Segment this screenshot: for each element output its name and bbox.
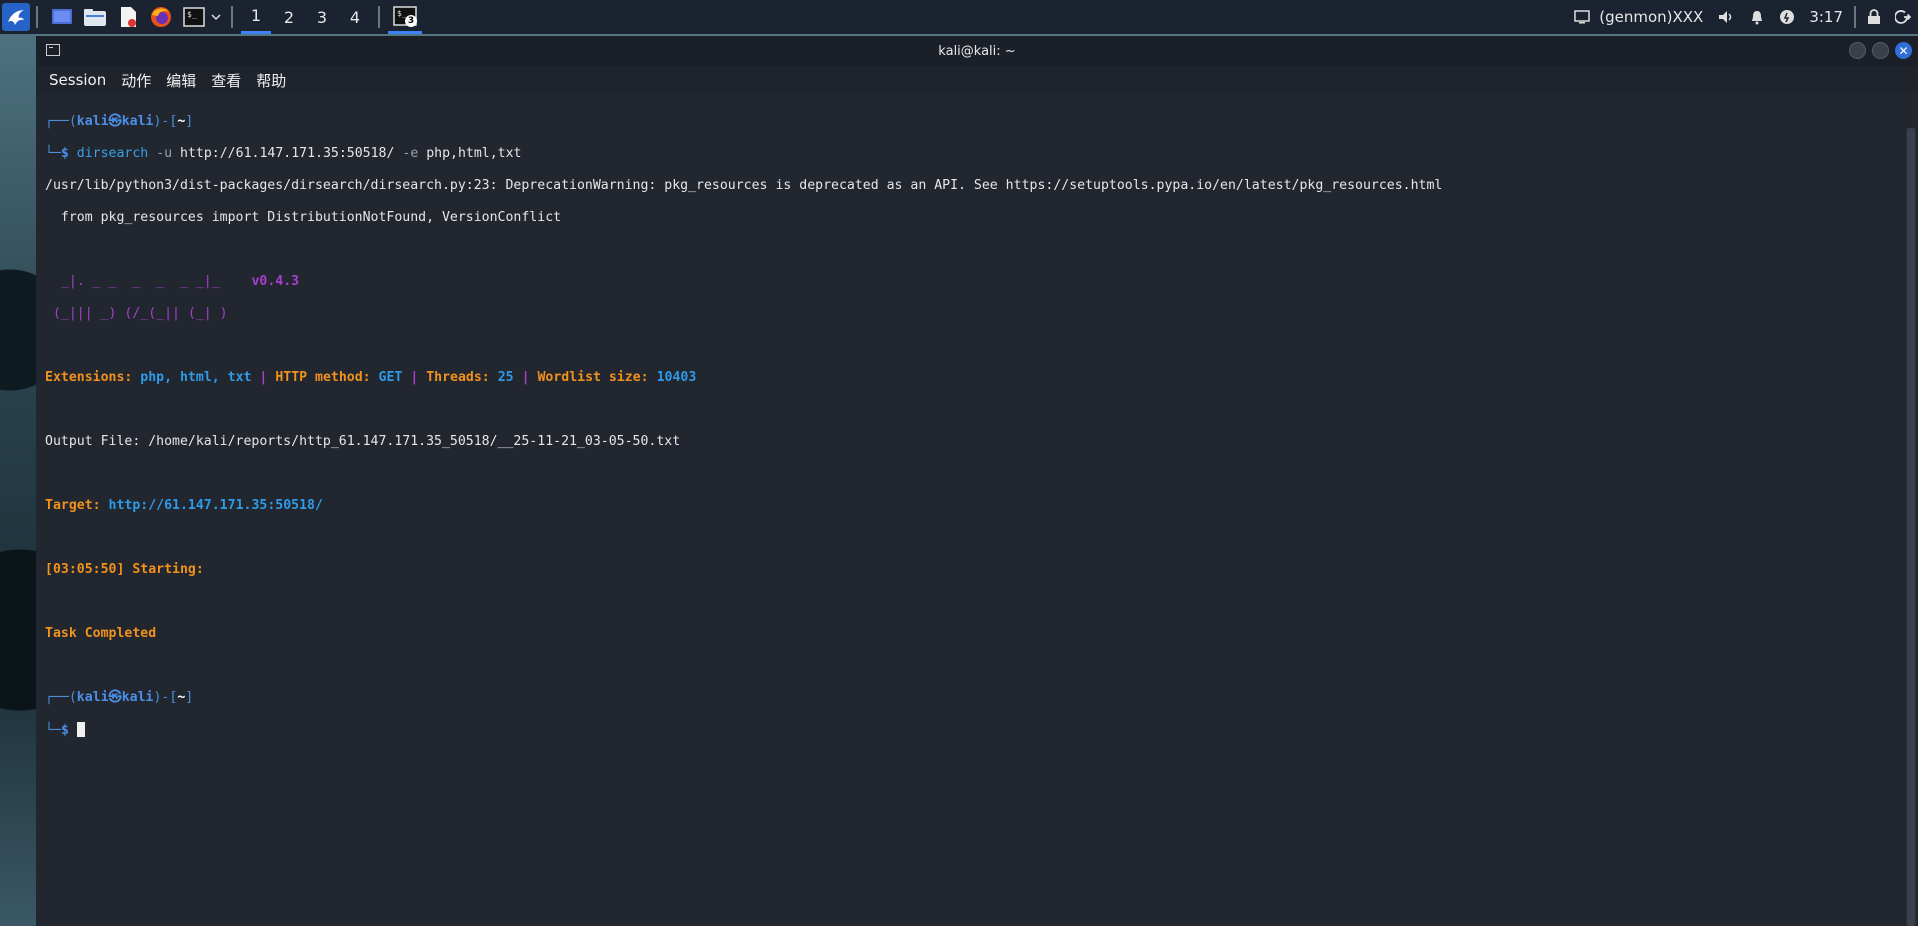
- menu-view[interactable]: 查看: [211, 70, 249, 91]
- window-title: kali@kali: ~: [938, 43, 1016, 59]
- terminal-output[interactable]: ┌──(kali㉿kali)-[~] └─$ dirsearch -u http…: [36, 94, 1900, 926]
- desktop-icon[interactable]: [47, 2, 77, 32]
- display-icon[interactable]: [1567, 0, 1597, 34]
- power-manager-icon[interactable]: [1772, 0, 1802, 34]
- scrollbar-thumb[interactable]: [1907, 128, 1915, 926]
- menu-bar: Session 动作 编辑 查看 帮助: [36, 66, 1918, 94]
- workspace-2[interactable]: 2: [274, 0, 304, 34]
- warning-line-1: /usr/lib/python3/dist-packages/dirsearch…: [45, 178, 1443, 193]
- chevron-down-icon[interactable]: [209, 2, 223, 32]
- command-url: http://61.147.171.35:50518/: [180, 146, 395, 161]
- menu-edit[interactable]: 编辑: [166, 70, 204, 91]
- kali-dragon-icon[interactable]: [2, 3, 30, 31]
- window-count-badge: 3: [405, 15, 417, 27]
- version-label: v0.4.3: [251, 274, 300, 289]
- desktop-wallpaper: [0, 30, 36, 926]
- menu-help[interactable]: 帮助: [256, 70, 294, 91]
- prompt-user: kali: [76, 690, 109, 705]
- threads-label: Threads:: [426, 370, 490, 385]
- wordlist-label: Wordlist size:: [537, 370, 649, 385]
- firefox-icon[interactable]: [146, 2, 176, 32]
- ext-label: Extensions:: [45, 370, 133, 385]
- terminal-icon[interactable]: $_: [179, 2, 209, 32]
- close-icon: ✕: [1898, 43, 1909, 58]
- workspace-3[interactable]: 3: [307, 0, 337, 34]
- title-bar[interactable]: kali@kali: ~ ✕: [36, 36, 1918, 66]
- file-manager-icon[interactable]: [80, 2, 110, 32]
- prompt-host: kali: [121, 690, 154, 705]
- config-line: Extensions: php, html, txt | HTTP method…: [45, 370, 697, 385]
- ext-value: php, html, txt: [140, 370, 252, 385]
- menu-actions[interactable]: 动作: [121, 70, 159, 91]
- method-value: GET: [378, 370, 403, 385]
- task-completed-line: Task Completed: [45, 626, 157, 641]
- minimize-button[interactable]: [1849, 42, 1866, 59]
- wordlist-value: 10403: [656, 370, 697, 385]
- warning-line-2: from pkg_resources import DistributionNo…: [45, 210, 562, 225]
- close-button[interactable]: ✕: [1895, 42, 1912, 59]
- command-line: └─$ dirsearch -u http://61.147.171.35:50…: [45, 146, 522, 161]
- maximize-button[interactable]: [1872, 42, 1889, 59]
- text-editor-icon[interactable]: [113, 2, 143, 32]
- target-value: http://61.147.171.35:50518/: [108, 498, 323, 513]
- workspace-1[interactable]: 1: [241, 0, 271, 34]
- workspace-4[interactable]: 4: [340, 0, 370, 34]
- volume-icon[interactable]: [1710, 0, 1742, 34]
- output-file-line: Output File: /home/kali/reports/http_61.…: [45, 434, 681, 449]
- text-cursor: [76, 722, 85, 737]
- input-line[interactable]: └─$: [45, 722, 1900, 738]
- command-ext: php,html,txt: [426, 146, 522, 161]
- banner-line-1: _|. _ _ _ _ _ _|_ v0.4.3: [45, 274, 1900, 290]
- command-flag-e: -e: [402, 146, 419, 161]
- prompt-line-1: ┌──(kali㉿kali)-[~]: [45, 114, 194, 129]
- terminal-scrollbar[interactable]: [1906, 128, 1916, 926]
- taskbar: $_ 1 2 3 4 $_ 3 (genmon)XXX 3:17: [0, 0, 1918, 34]
- svg-text:$_: $_: [397, 9, 407, 18]
- threads-value: 25: [497, 370, 514, 385]
- terminal-icon: [46, 44, 60, 56]
- banner-art-2: (_||| _) (/_(_|| (_| ): [45, 306, 228, 321]
- command-flag-u: -u: [156, 146, 173, 161]
- target-line: Target: http://61.147.171.35:50518/: [45, 498, 1900, 514]
- lock-icon[interactable]: [1860, 0, 1888, 34]
- banner-line-2: (_||| _) (/_(_|| (_| ): [45, 306, 1900, 322]
- target-label: Target:: [45, 498, 101, 513]
- starting-line: [03:05:50] Starting:: [45, 562, 204, 577]
- menu-session[interactable]: Session: [49, 71, 114, 89]
- prompt-line-2: ┌──(kali㉿kali)-[~]: [45, 690, 194, 705]
- clock[interactable]: 3:17: [1802, 0, 1850, 34]
- svg-text:$_: $_: [187, 10, 197, 19]
- terminal-window: kali@kali: ~ ✕ Session 动作 编辑 查看 帮助 ┌──(k…: [36, 36, 1918, 926]
- logout-icon[interactable]: [1888, 0, 1918, 34]
- terminal-task-button[interactable]: $_ 3: [388, 0, 422, 34]
- genmon-text[interactable]: (genmon)XXX: [1597, 0, 1710, 34]
- prompt-host: kali: [121, 114, 154, 129]
- command-name: dirsearch: [76, 146, 149, 161]
- bell-icon[interactable]: [1742, 0, 1772, 34]
- banner-art-1: _|. _ _ _ _ _ _|_: [45, 274, 220, 289]
- prompt-user: kali: [76, 114, 109, 129]
- method-label: HTTP method:: [275, 370, 371, 385]
